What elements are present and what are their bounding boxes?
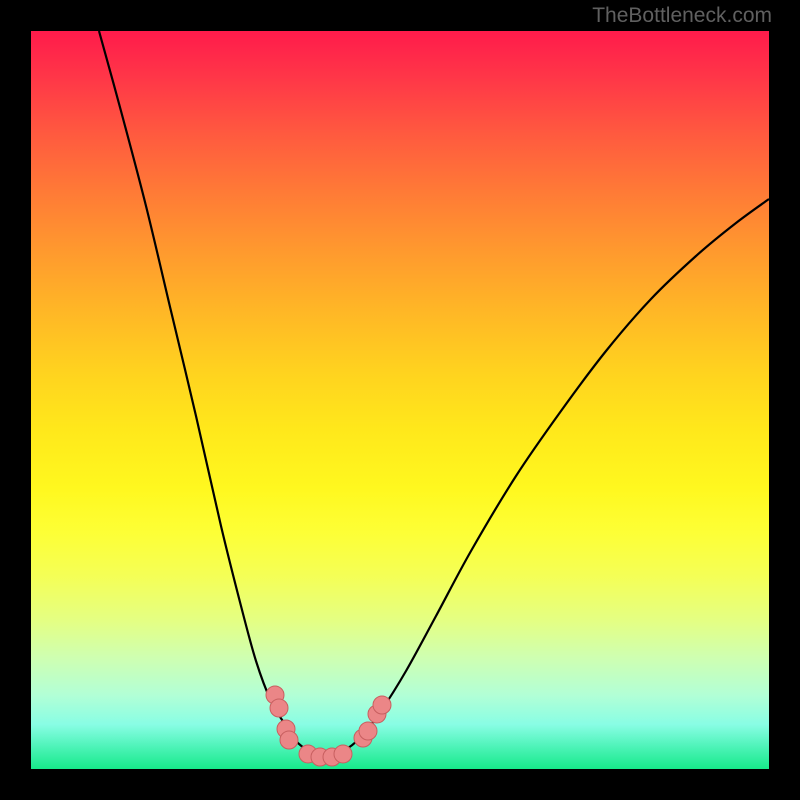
curve-right [324,199,769,756]
watermark-text: TheBottleneck.com [592,4,772,28]
marker-group [266,686,391,766]
data-marker [270,699,288,717]
data-marker [334,745,352,763]
chart-outer-frame: TheBottleneck.com [0,0,800,800]
data-marker [359,722,377,740]
data-marker [280,731,298,749]
data-marker [373,696,391,714]
curve-left [99,31,324,756]
chart-svg [31,31,769,769]
chart-plot-area [31,31,769,769]
